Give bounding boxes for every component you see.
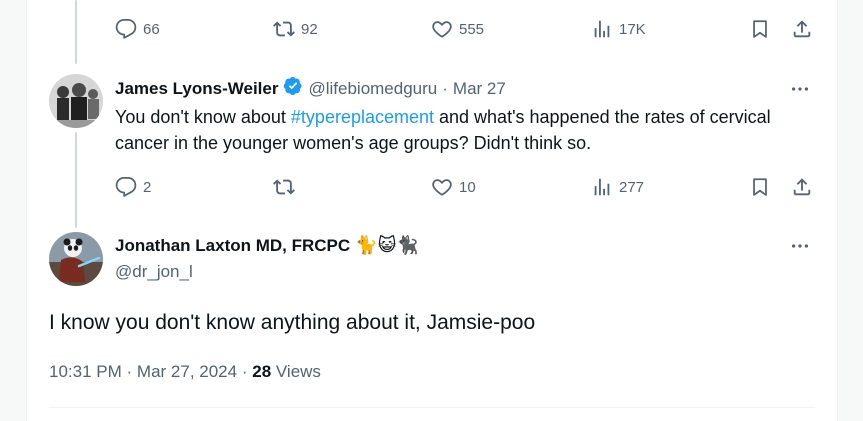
like-count: 10 <box>459 178 476 196</box>
views-button[interactable]: 17K <box>591 18 646 40</box>
bookmark-icon <box>749 18 771 40</box>
bookmark-icon <box>749 176 771 198</box>
views-icon <box>591 18 613 40</box>
avatar-james[interactable] <box>49 74 103 128</box>
bookmark-button[interactable] <box>749 176 771 198</box>
top-tweet-actions: 66 92 555 17K <box>115 18 815 42</box>
divider <box>49 407 815 408</box>
views-count: 17K <box>619 20 646 38</box>
separator: · <box>442 78 448 98</box>
repost-icon <box>273 176 295 198</box>
reply-icon <box>115 176 137 198</box>
reply-button[interactable]: 2 <box>115 176 151 198</box>
like-icon <box>431 18 453 40</box>
share-button[interactable] <box>791 176 813 198</box>
author-name[interactable]: James Lyons-Weiler <box>115 79 278 99</box>
like-icon <box>431 176 453 198</box>
tweet-date[interactable]: Mar 27, 2024 <box>137 362 237 381</box>
verified-badge-icon <box>283 76 303 101</box>
views-button[interactable]: 277 <box>591 176 644 198</box>
views-icon <box>591 176 613 198</box>
more-icon <box>789 244 811 261</box>
repost-button[interactable] <box>273 176 301 198</box>
more-button[interactable] <box>789 235 811 262</box>
more-button[interactable] <box>789 78 811 105</box>
reply-icon <box>115 18 137 40</box>
share-icon <box>791 176 813 198</box>
conversation-panel: 66 92 555 17K James Lyons-Weiler @lifebi… <box>26 0 838 421</box>
reply-actions: 2 10 277 <box>115 176 815 200</box>
views-count: 277 <box>619 178 645 196</box>
like-button[interactable]: 555 <box>431 18 484 40</box>
hashtag-link[interactable]: #typereplacement <box>291 107 434 127</box>
author-name[interactable]: Jonathan Laxton MD, FRCPC <box>115 236 350 256</box>
author-handle[interactable]: @lifebiomedguru <box>308 79 437 99</box>
like-count: 555 <box>459 20 485 38</box>
repost-count: 92 <box>301 20 318 38</box>
reply-text: You don't know about #typereplacement an… <box>115 104 815 156</box>
views-label: Views <box>275 362 321 381</box>
name-emoji: 🐈😺🐈‍⬛ <box>355 235 419 255</box>
share-button[interactable] <box>791 18 813 40</box>
thread-line-top <box>75 0 77 64</box>
like-button[interactable]: 10 <box>431 176 476 198</box>
bookmark-button[interactable] <box>749 18 771 40</box>
tweet-meta: 10:31 PM · Mar 27, 2024 · 28 Views <box>49 362 321 382</box>
repost-icon <box>273 18 295 40</box>
reply-button[interactable]: 66 <box>115 18 160 40</box>
reply-header: James Lyons-Weiler @lifebiomedguru · Mar… <box>115 76 506 101</box>
share-icon <box>791 18 813 40</box>
reply-text-start: You don't know about <box>115 107 291 127</box>
more-icon <box>789 87 811 104</box>
views-count: 28 <box>252 362 272 381</box>
avatar-jonathan[interactable] <box>49 232 103 286</box>
tweet-time[interactable]: 10:31 PM <box>49 362 122 381</box>
reply-count: 66 <box>143 20 160 38</box>
tweet-date[interactable]: Mar 27 <box>453 79 506 99</box>
thread-line-middle <box>75 132 77 228</box>
reply-count: 2 <box>143 178 152 196</box>
separator: · <box>126 362 133 381</box>
main-header: Jonathan Laxton MD, FRCPC 🐈😺🐈‍⬛ <box>115 235 419 256</box>
author-handle[interactable]: @dr_jon_l <box>115 262 193 282</box>
repost-button[interactable]: 92 <box>273 18 318 40</box>
main-tweet-text: I know you don't know anything about it,… <box>49 311 536 334</box>
separator: · <box>241 362 248 381</box>
